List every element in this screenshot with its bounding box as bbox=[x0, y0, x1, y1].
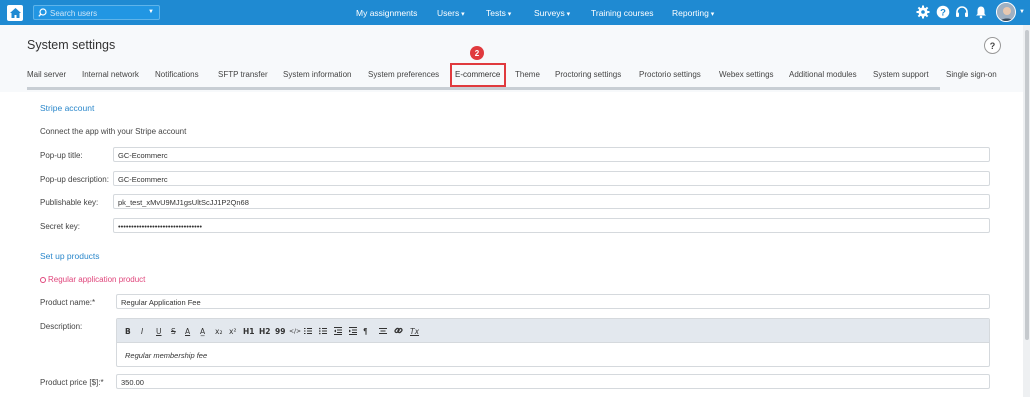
set-up-products-heading: Set up products bbox=[40, 251, 100, 261]
popup-title-input[interactable]: GC-Ecommerc bbox=[113, 147, 990, 162]
secret-key-input[interactable]: •••••••••••••••••••••••••••••••• bbox=[113, 218, 990, 233]
indent-icon[interactable] bbox=[349, 327, 357, 335]
tab-system-information[interactable]: System information bbox=[283, 70, 351, 79]
nav-training-courses[interactable]: Training courses bbox=[591, 8, 654, 18]
underline-button[interactable]: U bbox=[156, 327, 162, 336]
settings-header: System settings ? Mail server Internal n… bbox=[0, 25, 1023, 92]
search-users-box[interactable]: Search users ▼ bbox=[33, 5, 160, 20]
editor-toolbar: B I U S A A̲ x₂ x² H1 H2 99 </> ¶ Tx bbox=[117, 319, 989, 343]
code-button[interactable]: </> bbox=[289, 328, 301, 335]
product-price-input[interactable]: 350.00 bbox=[116, 374, 990, 389]
description-label: Description: bbox=[40, 322, 83, 331]
subscript-button[interactable]: x₂ bbox=[215, 327, 222, 336]
tab-single-sign-on[interactable]: Single sign-on bbox=[946, 70, 997, 79]
tab-proctorio-settings[interactable]: Proctorio settings bbox=[639, 70, 701, 79]
nav-tests[interactable]: Tests bbox=[486, 8, 511, 18]
link-icon[interactable] bbox=[394, 326, 403, 335]
headset-icon[interactable] bbox=[955, 5, 969, 19]
blockquote-button[interactable]: 99 bbox=[275, 327, 285, 336]
svg-text:?: ? bbox=[940, 7, 946, 18]
italic-button[interactable]: I bbox=[141, 327, 143, 336]
tab-notifications[interactable]: Notifications bbox=[155, 70, 199, 79]
active-tab-highlight bbox=[450, 63, 506, 87]
font-color-button[interactable]: A bbox=[185, 327, 190, 336]
search-placeholder: Search users bbox=[50, 9, 98, 18]
outdent-icon[interactable] bbox=[334, 327, 342, 335]
clear-format-button[interactable]: Tx bbox=[410, 327, 419, 336]
stripe-account-heading: Stripe account bbox=[40, 103, 95, 113]
description-editor[interactable]: B I U S A A̲ x₂ x² H1 H2 99 </> ¶ Tx Reg… bbox=[116, 318, 990, 367]
ordered-list-icon[interactable] bbox=[304, 327, 312, 335]
nav-reporting[interactable]: Reporting bbox=[672, 8, 714, 18]
secret-key-label: Secret key: bbox=[40, 222, 81, 231]
tabs-divider bbox=[27, 87, 940, 90]
tab-additional-modules[interactable]: Additional modules bbox=[789, 70, 857, 79]
product-price-label: Product price [$]:* bbox=[40, 378, 104, 387]
help-icon[interactable]: ? bbox=[936, 5, 950, 19]
tab-internal-network[interactable]: Internal network bbox=[82, 70, 139, 79]
bullet-list-icon[interactable] bbox=[319, 327, 327, 335]
tab-system-preferences[interactable]: System preferences bbox=[368, 70, 439, 79]
superscript-button[interactable]: x² bbox=[229, 327, 236, 336]
home-button[interactable] bbox=[7, 5, 23, 21]
tab-mail-server[interactable]: Mail server bbox=[27, 70, 66, 79]
popup-description-label: Pop-up description: bbox=[40, 175, 109, 184]
bold-button[interactable]: B bbox=[125, 327, 131, 336]
strikethrough-button[interactable]: S bbox=[171, 327, 176, 336]
description-text[interactable]: Regular membership fee bbox=[125, 351, 207, 360]
search-icon bbox=[38, 8, 47, 17]
publishable-key-label: Publishable key: bbox=[40, 198, 99, 207]
nav-surveys[interactable]: Surveys bbox=[534, 8, 570, 18]
tab-sftp-transfer[interactable]: SFTP transfer bbox=[218, 70, 268, 79]
user-photo-icon bbox=[997, 3, 1015, 21]
highlight-button[interactable]: A̲ bbox=[200, 327, 205, 336]
tab-proctoring-settings[interactable]: Proctoring settings bbox=[555, 70, 621, 79]
product-type-text: Regular application product bbox=[48, 275, 146, 284]
help-button[interactable]: ? bbox=[984, 37, 1001, 54]
tab-webex-settings[interactable]: Webex settings bbox=[719, 70, 774, 79]
paragraph-direction-button[interactable]: ¶ bbox=[363, 327, 368, 336]
nav-my-assignments[interactable]: My assignments bbox=[356, 8, 417, 18]
step-badge: 2 bbox=[470, 46, 484, 60]
scrollbar-thumb[interactable] bbox=[1025, 30, 1029, 340]
home-icon bbox=[9, 8, 21, 18]
top-navigation-bar: Search users ▼ My assignments Users Test… bbox=[0, 0, 1030, 25]
heading2-button[interactable]: H2 bbox=[259, 327, 271, 336]
page-title: System settings bbox=[27, 38, 116, 52]
heading1-button[interactable]: H1 bbox=[243, 327, 255, 336]
product-name-input[interactable]: Regular Application Fee bbox=[116, 294, 990, 309]
stripe-intro-text: Connect the app with your Stripe account bbox=[40, 127, 187, 136]
tab-theme[interactable]: Theme bbox=[515, 70, 540, 79]
user-avatar[interactable] bbox=[996, 2, 1016, 22]
chevron-down-icon[interactable]: ▼ bbox=[148, 9, 154, 15]
radio-icon bbox=[40, 276, 46, 283]
tab-system-support[interactable]: System support bbox=[873, 70, 929, 79]
gear-icon[interactable] bbox=[916, 5, 930, 19]
bell-icon[interactable] bbox=[974, 5, 988, 19]
product-type-label: Regular application product bbox=[40, 275, 145, 284]
product-name-label: Product name:* bbox=[40, 298, 96, 307]
popup-description-input[interactable]: GC-Ecommerc bbox=[113, 171, 990, 186]
chevron-down-icon[interactable]: ▼ bbox=[1019, 9, 1025, 15]
popup-title-label: Pop-up title: bbox=[40, 151, 83, 160]
nav-users[interactable]: Users bbox=[437, 8, 465, 18]
publishable-key-input[interactable]: pk_test_xMvU9MJ1gsUltScJJ1P2Qn68 bbox=[113, 194, 990, 209]
align-icon[interactable] bbox=[379, 327, 387, 335]
